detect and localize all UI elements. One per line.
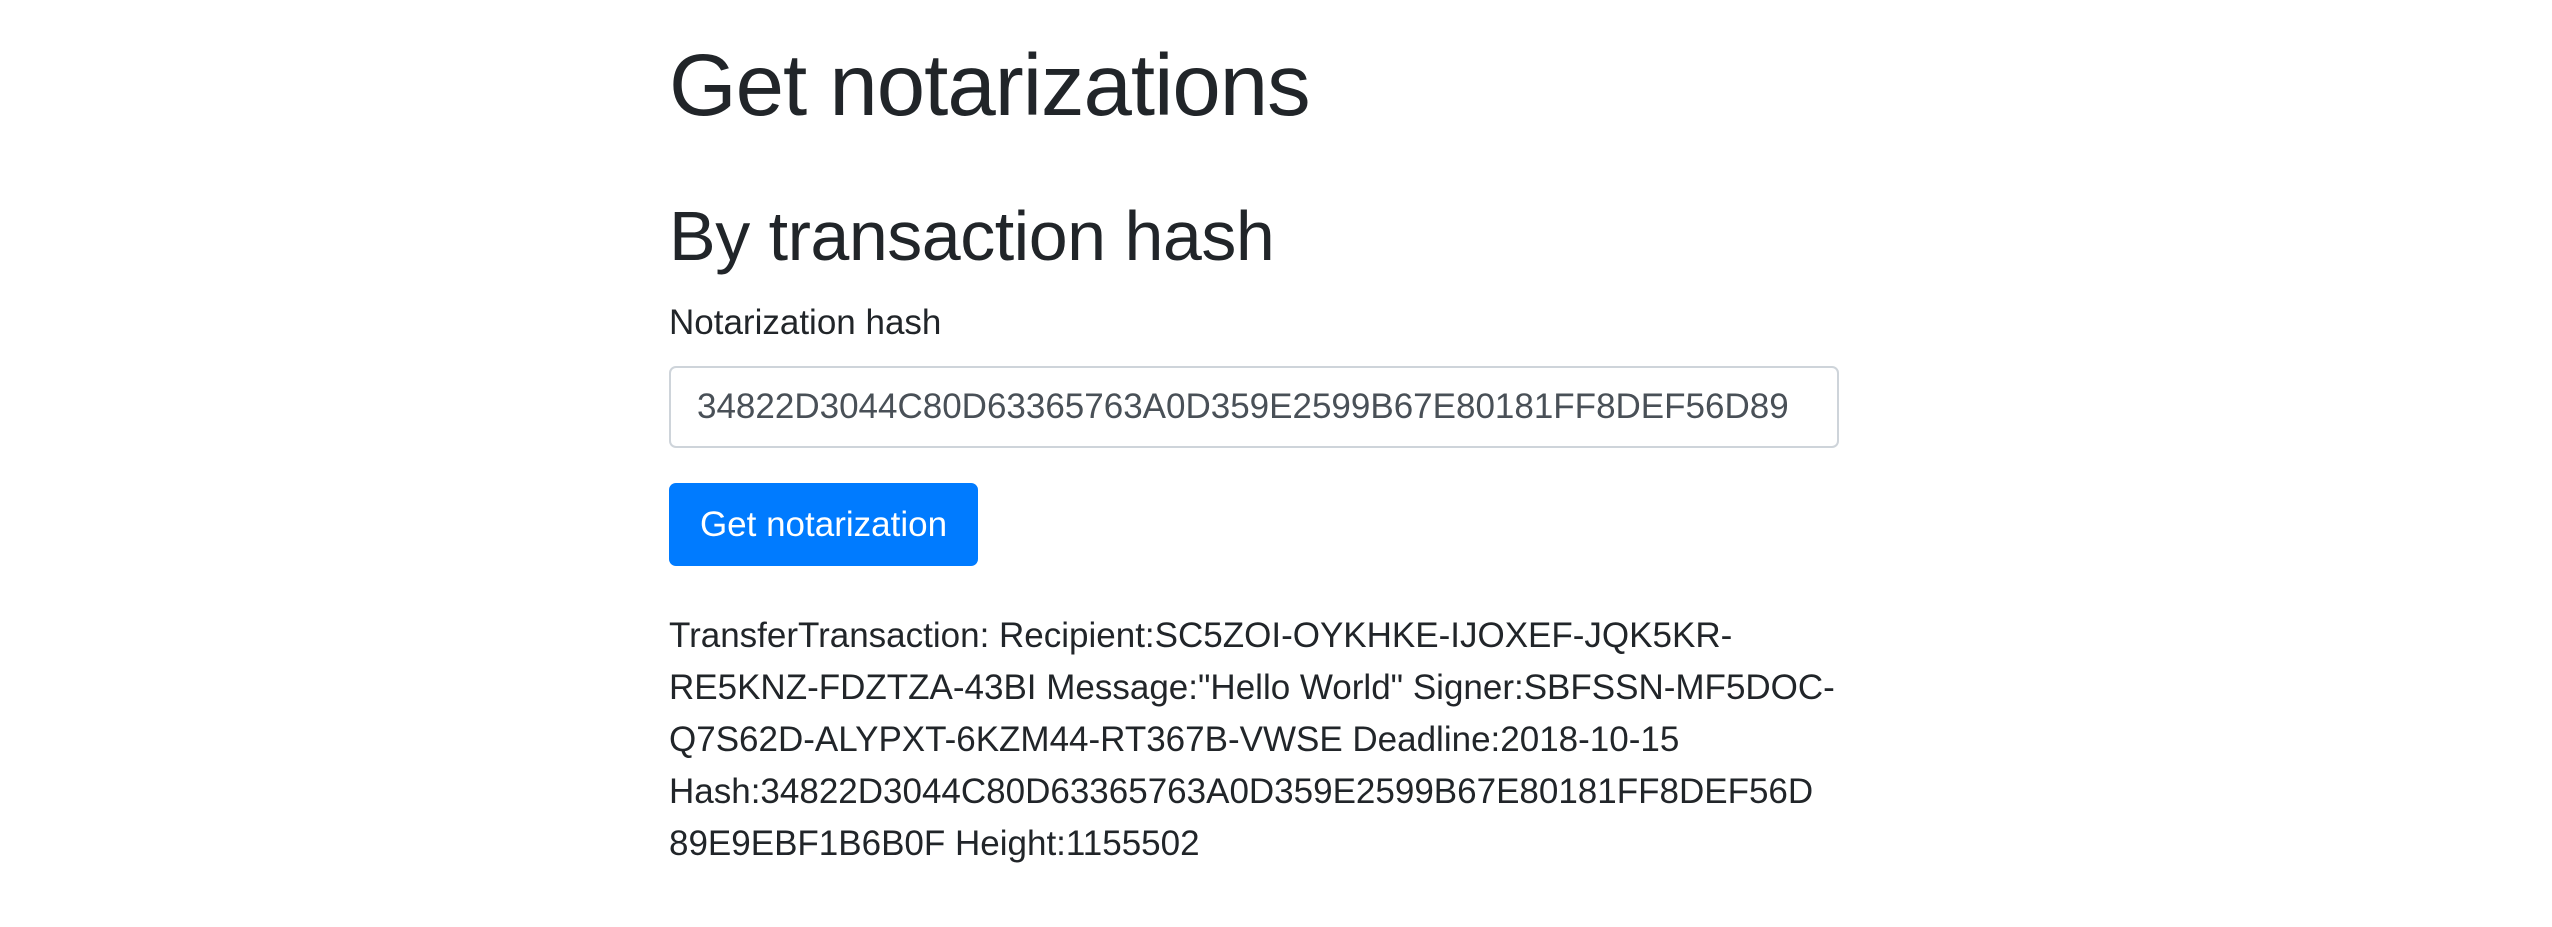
result-line: Q7S62D-ALYPXT-6KZM44-RT367B-VWSE Deadlin… [669, 720, 1680, 759]
result-line: RE5KNZ-FDZTZA-43BI Message:"Hello World"… [669, 668, 1835, 707]
result-line: Hash:34822D3044C80D63365763A0D359E2599B6… [669, 772, 1814, 811]
notarization-hash-input[interactable] [669, 366, 1839, 448]
page-title: Get notarizations [669, 37, 1311, 134]
result-line: TransferTransaction: Recipient:SC5ZOI-OY… [669, 616, 1733, 655]
notarization-hash-label: Notarization hash [669, 303, 942, 342]
get-notarization-button[interactable]: Get notarization [669, 483, 978, 566]
notarization-result: TransferTransaction: Recipient:SC5ZOI-OY… [669, 610, 1844, 870]
section-title: By transaction hash [669, 197, 1275, 275]
result-line: 89E9EBF1B6B0F Height:1155502 [669, 824, 1200, 863]
